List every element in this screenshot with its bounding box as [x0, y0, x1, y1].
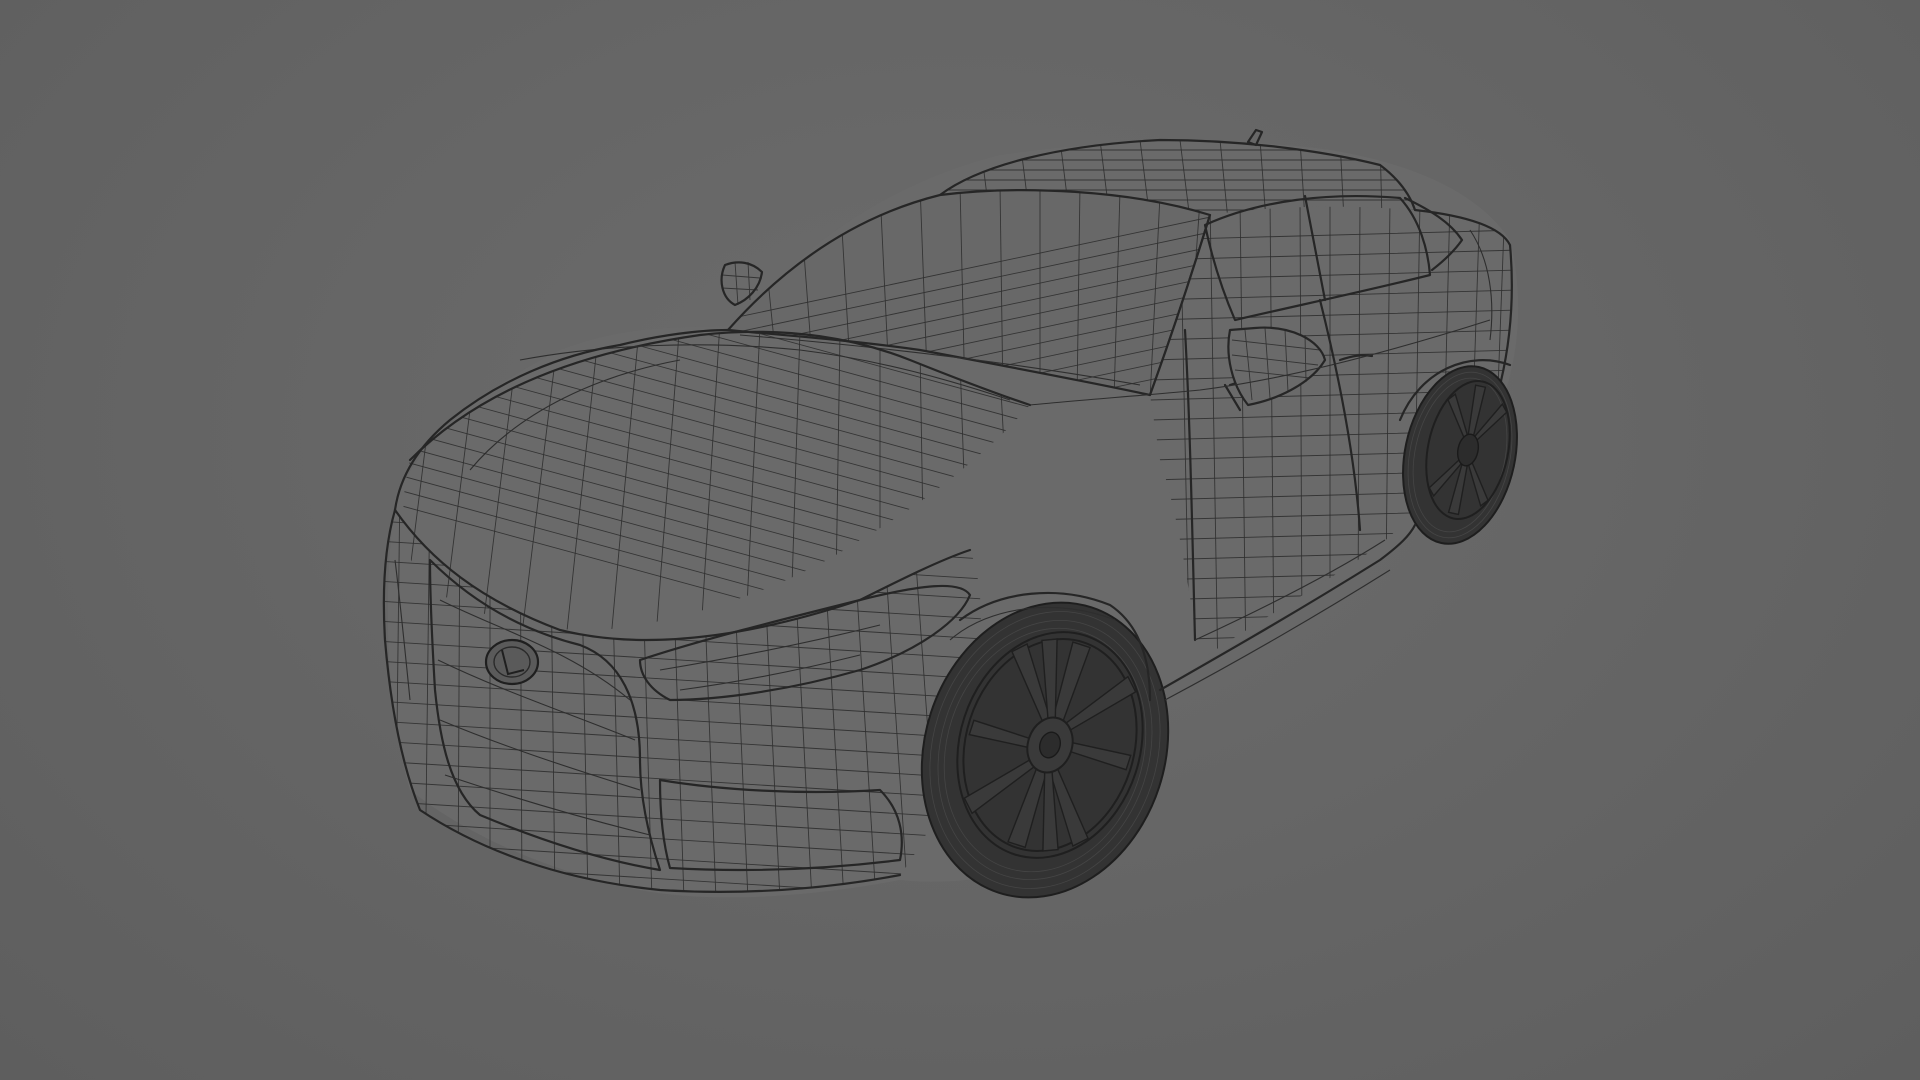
antenna: [1246, 128, 1264, 147]
lexus-emblem: [484, 638, 540, 686]
left-side-mirror: [720, 261, 764, 307]
car-wireframe-model: [382, 128, 1519, 899]
3d-viewport[interactable]: [0, 0, 1920, 1080]
